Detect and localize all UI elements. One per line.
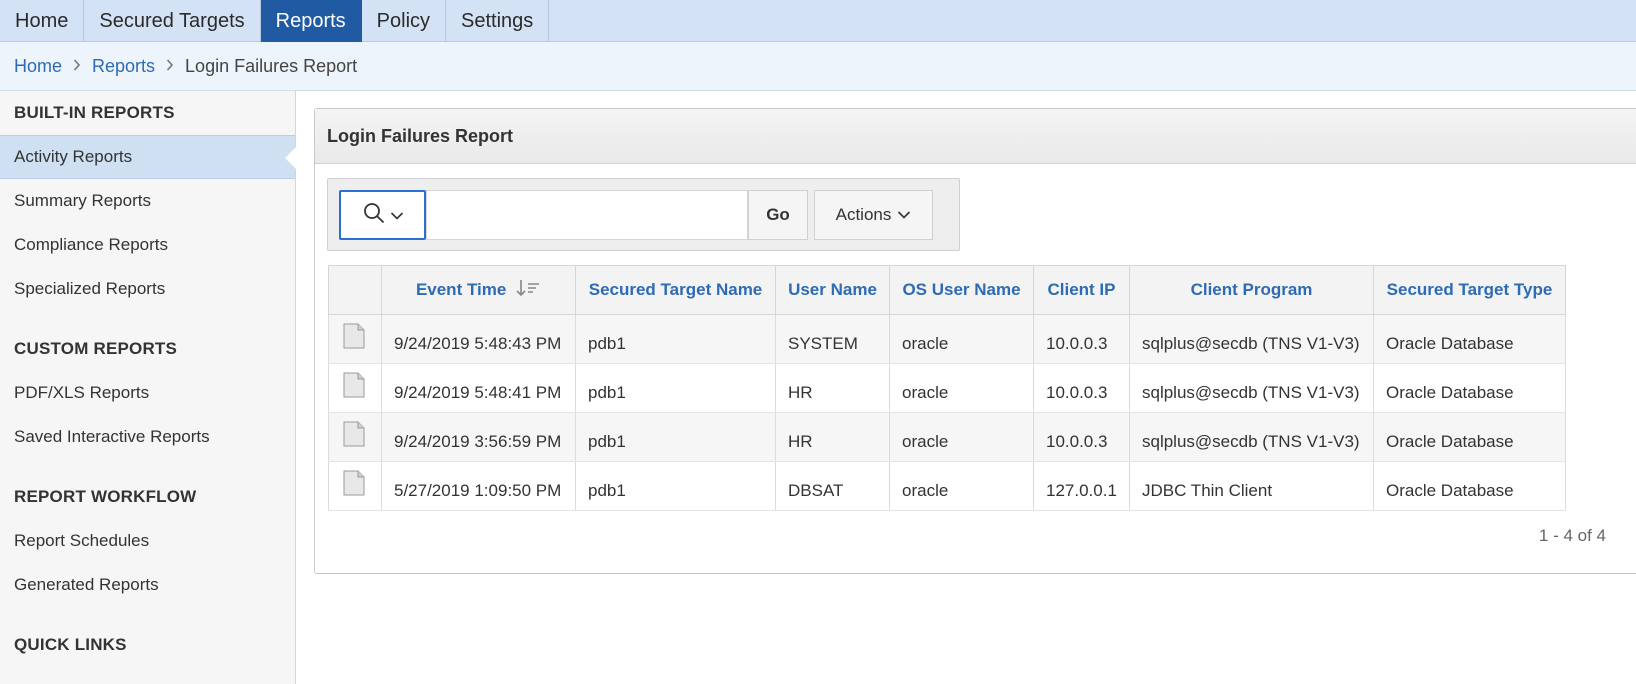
sidebar-item-activity-reports[interactable]: Activity Reports [0, 135, 296, 179]
report-region: Login Failures Report Go Actions Event T… [314, 108, 1636, 574]
actions-label: Actions [835, 205, 892, 224]
cell-secured-target-name: pdb1 [575, 363, 776, 413]
pagination-info: 1 - 4 of 4 [1538, 526, 1606, 545]
cell-user-name: SYSTEM [775, 314, 890, 364]
column-header-os-user-name[interactable]: OS User Name [889, 265, 1034, 315]
table-row[interactable]: 9/24/2019 5:48:41 PM pdb1 HR oracle 10.0… [328, 363, 1566, 413]
sidebar-item-summary-reports[interactable]: Summary Reports [0, 179, 295, 223]
search-toolbar: Go Actions [327, 178, 960, 251]
cell-os-user-name: oracle [889, 363, 1034, 413]
report-title: Login Failures Report [315, 109, 1636, 164]
tab-reports[interactable]: Reports [260, 0, 362, 42]
breadcrumb-home-link[interactable]: Home [14, 56, 62, 77]
chevron-right-icon [73, 58, 81, 74]
search-icon [362, 201, 386, 230]
sidebar-item-compliance-reports[interactable]: Compliance Reports [0, 223, 295, 267]
cell-secured-target-type: Oracle Database [1373, 461, 1566, 511]
cell-secured-target-name: pdb1 [575, 461, 776, 511]
tab-secured-targets[interactable]: Secured Targets [84, 0, 261, 42]
column-header-user-name[interactable]: User Name [775, 265, 890, 315]
search-column-button[interactable] [339, 190, 426, 240]
sidebar-heading-quick-links: QUICK LINKS [14, 635, 127, 654]
tab-settings[interactable]: Settings [446, 0, 550, 42]
table-row[interactable]: 9/24/2019 3:56:59 PM pdb1 HR oracle 10.0… [328, 412, 1566, 462]
column-header-row-icon [328, 265, 382, 315]
sidebar-item-generated-reports[interactable]: Generated Reports [0, 563, 295, 607]
sidebar-item-specialized-reports[interactable]: Specialized Reports [0, 267, 295, 311]
cell-user-name: DBSAT [775, 461, 890, 511]
row-detail-link[interactable] [328, 412, 382, 462]
column-header-label: Event Time [415, 279, 507, 299]
table-header-row: Event Time Secured Target Name User Name… [328, 265, 1566, 315]
column-header-secured-target-name[interactable]: Secured Target Name [575, 265, 776, 315]
cell-event-time: 9/24/2019 5:48:41 PM [381, 363, 576, 413]
sidebar-heading-workflow: REPORT WORKFLOW [14, 487, 197, 506]
report-table: Event Time Secured Target Name User Name… [328, 265, 1566, 511]
column-header-secured-target-type[interactable]: Secured Target Type [1373, 265, 1566, 315]
cell-secured-target-name: pdb1 [575, 412, 776, 462]
cell-user-name: HR [775, 412, 890, 462]
top-nav: Home Secured Targets Reports Policy Sett… [0, 0, 1636, 42]
sort-descending-icon [515, 278, 541, 303]
cell-client-ip: 127.0.0.1 [1033, 461, 1130, 511]
tab-policy[interactable]: Policy [362, 0, 447, 42]
row-detail-link[interactable] [328, 314, 382, 364]
breadcrumb-current: Login Failures Report [185, 55, 358, 76]
cell-client-program: sqlplus@secdb (TNS V1-V3) [1129, 363, 1374, 413]
cell-os-user-name: oracle [889, 461, 1034, 511]
row-detail-link[interactable] [328, 363, 382, 413]
table-row[interactable]: 5/27/2019 1:09:50 PM pdb1 DBSAT oracle 1… [328, 461, 1566, 511]
cell-client-program: sqlplus@secdb (TNS V1-V3) [1129, 314, 1374, 364]
cell-os-user-name: oracle [889, 412, 1034, 462]
cell-event-time: 5/27/2019 1:09:50 PM [381, 461, 576, 511]
cell-client-program: sqlplus@secdb (TNS V1-V3) [1129, 412, 1374, 462]
go-button[interactable]: Go [748, 190, 808, 240]
breadcrumb-reports-link[interactable]: Reports [92, 56, 155, 77]
cell-client-ip: 10.0.0.3 [1033, 412, 1130, 462]
search-input[interactable] [426, 190, 748, 240]
cell-os-user-name: oracle [889, 314, 1034, 364]
document-icon [343, 323, 365, 353]
chevron-down-icon [897, 205, 911, 225]
column-header-client-program[interactable]: Client Program [1129, 265, 1374, 315]
sidebar-item-report-schedules[interactable]: Report Schedules [0, 519, 295, 563]
cell-event-time: 9/24/2019 3:56:59 PM [381, 412, 576, 462]
sidebar-heading-builtin: BUILT-IN REPORTS [14, 103, 175, 122]
cell-secured-target-type: Oracle Database [1373, 363, 1566, 413]
cell-secured-target-type: Oracle Database [1373, 412, 1566, 462]
cell-client-program: JDBC Thin Client [1129, 461, 1374, 511]
sidebar: BUILT-IN REPORTS Activity Reports Summar… [0, 91, 296, 684]
document-icon [343, 470, 365, 500]
cell-user-name: HR [775, 363, 890, 413]
document-icon [343, 421, 365, 451]
breadcrumb: Home Reports Login Failures Report [0, 42, 1636, 91]
actions-menu-button[interactable]: Actions [814, 190, 933, 240]
table-row[interactable]: 9/24/2019 5:48:43 PM pdb1 SYSTEM oracle … [328, 314, 1566, 364]
cell-secured-target-name: pdb1 [575, 314, 776, 364]
document-icon [343, 372, 365, 402]
sidebar-item-saved-interactive-reports[interactable]: Saved Interactive Reports [0, 415, 295, 459]
row-detail-link[interactable] [328, 461, 382, 511]
chevron-right-icon [166, 58, 174, 74]
tab-home[interactable]: Home [0, 0, 85, 42]
cell-secured-target-type: Oracle Database [1373, 314, 1566, 364]
sidebar-heading-custom: CUSTOM REPORTS [14, 339, 178, 358]
cell-event-time: 9/24/2019 5:48:43 PM [381, 314, 576, 364]
cell-client-ip: 10.0.0.3 [1033, 363, 1130, 413]
column-header-client-ip[interactable]: Client IP [1033, 265, 1130, 315]
cell-client-ip: 10.0.0.3 [1033, 314, 1130, 364]
chevron-down-icon [390, 205, 404, 226]
column-header-event-time[interactable]: Event Time [381, 265, 576, 315]
sidebar-item-pdf-xls-reports[interactable]: PDF/XLS Reports [0, 371, 295, 415]
